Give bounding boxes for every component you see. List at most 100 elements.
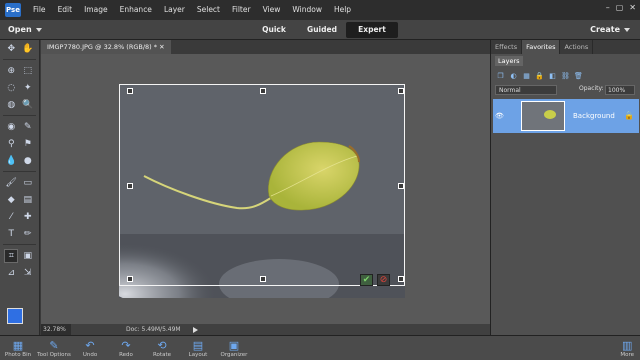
menu-view[interactable]: View (257, 0, 287, 20)
pencil-icon[interactable]: ✏ (21, 227, 35, 241)
photo-bin-button[interactable]: ▦ Photo Bin (0, 336, 36, 360)
mode-switcher: Quick Guided Expert (250, 22, 398, 38)
menu-window[interactable]: Window (286, 0, 328, 20)
tab-effects[interactable]: Effects (491, 40, 523, 54)
crop-handle[interactable] (260, 88, 266, 94)
eye-icon[interactable]: 👁 (495, 112, 505, 120)
more-button[interactable]: ▥ More (620, 339, 634, 358)
brush-icon[interactable]: 🖌 (4, 176, 18, 190)
mode-quick[interactable]: Quick (250, 22, 298, 38)
recompose-icon[interactable]: ▣ (21, 249, 35, 263)
document-tab[interactable]: IMGP7780.JPG @ 32.8% (RGB/8) * ✕ (41, 40, 171, 54)
zoom-level[interactable]: 32.78% (41, 324, 71, 335)
search-icon[interactable]: 🔍 (21, 98, 35, 112)
minimize-icon[interactable]: – (606, 3, 610, 12)
menu-help[interactable]: Help (328, 0, 357, 20)
content-move-icon[interactable]: ⇲ (21, 266, 35, 280)
menu-filter[interactable]: Filter (226, 0, 257, 20)
task-label: Layout (188, 352, 208, 358)
spot-healing-icon[interactable]: ✎ (21, 120, 35, 134)
sponge-icon[interactable]: ● (21, 154, 35, 168)
type-tool-icon[interactable]: T (4, 227, 18, 241)
mode-guided[interactable]: Guided (298, 22, 346, 38)
new-layer-icon[interactable]: ❐ (496, 71, 505, 80)
zoom-tool-icon[interactable]: ⊕ (4, 64, 18, 78)
status-bar: 32.78% Doc: 5.49M/5.49M (41, 324, 490, 335)
crop-handle[interactable] (127, 88, 133, 94)
task-label: Photo Bin (4, 352, 32, 358)
crop-tool-icon[interactable]: ⌗ (4, 248, 19, 263)
menu-select[interactable]: Select (191, 0, 226, 20)
layer-tools: ❐ ◐ ▦ 🔒 ◧ ⛓ 🗑 (491, 68, 640, 82)
redo-button[interactable]: ↷ Redo (108, 336, 144, 360)
crop-handle[interactable] (127, 183, 133, 189)
crop-handle[interactable] (398, 276, 404, 282)
canvas-area[interactable]: ✔ ⊘ (41, 54, 490, 324)
menu-layer[interactable]: Layer (158, 0, 191, 20)
crop-handle[interactable] (127, 276, 133, 282)
lasso-tool-icon[interactable]: ◌ (4, 81, 18, 95)
lock-transparent-icon[interactable]: ▦ (522, 71, 531, 80)
magic-wand-icon[interactable]: ✦ (21, 81, 35, 95)
opacity-input[interactable]: 100% (605, 85, 635, 95)
crop-handle[interactable] (398, 183, 404, 189)
blur-icon[interactable]: 💧 (4, 154, 18, 168)
tab-favorites[interactable]: Favorites (522, 40, 561, 54)
crop-handle[interactable] (398, 88, 404, 94)
pattern-stamp-icon[interactable]: ⚑ (21, 137, 35, 151)
gradient-icon[interactable]: ▤ (21, 193, 35, 207)
document-tab-title: IMGP7780.JPG @ 32.8% (RGB/8) * (47, 43, 158, 51)
task-label: Redo (119, 352, 133, 358)
menu-enhance[interactable]: Enhance (114, 0, 158, 20)
toolbox: ✥ ✋ ⊕ ⬚ ◌ ✦ ◍ 🔍 ◉ ✎ ⚲ ⚑ 💧 ● 🖌 ▭ ◆ ▤ ⁄ ✚ T ✏ ⌗ ▣ ⊿ ⇲ (0, 40, 40, 335)
undo-button[interactable]: ↶ Undo (72, 336, 108, 360)
commit-crop-button[interactable]: ✔ (360, 274, 373, 286)
organizer-button[interactable]: ▣ Organizer (216, 336, 252, 360)
menu-image[interactable]: Image (78, 0, 114, 20)
marquee-tool-icon[interactable]: ⬚ (21, 64, 35, 78)
cancel-crop-button[interactable]: ⊘ (377, 274, 390, 286)
open-label: Open (8, 25, 32, 34)
open-button[interactable]: Open (8, 20, 42, 40)
tool-options-icon: ✎ (49, 339, 59, 352)
crop-handle[interactable] (260, 276, 266, 282)
clone-stamp-icon[interactable]: ⚲ (4, 137, 18, 151)
create-button[interactable]: Create (590, 20, 630, 40)
trash-icon[interactable]: 🗑 (574, 71, 583, 80)
panel-tabs: Effects Favorites Actions (491, 40, 640, 54)
close-icon[interactable]: ✕ (629, 3, 636, 12)
tab-actions[interactable]: Actions (560, 40, 594, 54)
menu-file[interactable]: File (27, 0, 52, 20)
blend-mode-select[interactable]: Normal (495, 85, 557, 95)
rotate-button[interactable]: ⟲ Rotate (144, 336, 180, 360)
straighten-icon[interactable]: ⊿ (4, 266, 18, 280)
paint-bucket-icon[interactable]: ◆ (4, 193, 18, 207)
close-icon[interactable]: ✕ (159, 43, 164, 51)
custom-shape-icon[interactable]: ✚ (21, 210, 35, 224)
menu-edit[interactable]: Edit (52, 0, 79, 20)
organizer-icon: ▣ (228, 339, 240, 352)
menu-bar: Pse File Edit Image Enhance Layer Select… (0, 0, 640, 20)
tool-options-button[interactable]: ✎ Tool Options (36, 336, 72, 360)
adjustment-layer-icon[interactable]: ◐ (509, 71, 518, 80)
right-panel: Effects Favorites Actions Layers ❐ ◐ ▦ 🔒… (490, 40, 640, 335)
color-picker-icon[interactable]: ⁄ (4, 210, 18, 224)
quick-selection-icon[interactable]: ◍ (4, 98, 18, 112)
crop-box[interactable]: ✔ ⊘ (119, 84, 405, 286)
layout-button[interactable]: ▤ Layout (180, 336, 216, 360)
lock-icon: 🔒 (624, 111, 634, 120)
move-tool-icon[interactable]: ✥ (4, 42, 18, 56)
layer-row-background[interactable]: 👁 Background 🔒 (493, 99, 639, 133)
lock-icon[interactable]: 🔒 (535, 71, 544, 80)
mask-icon[interactable]: ◧ (548, 71, 557, 80)
red-eye-icon[interactable]: ◉ (4, 120, 18, 134)
foreground-color-swatch[interactable] (7, 308, 23, 324)
hand-tool-icon[interactable]: ✋ (21, 42, 35, 56)
play-icon[interactable] (192, 326, 198, 333)
eraser-icon[interactable]: ▭ (21, 176, 35, 190)
link-icon[interactable]: ⛓ (561, 71, 570, 80)
mode-expert[interactable]: Expert (346, 22, 398, 38)
tab-layers[interactable]: Layers (495, 56, 523, 66)
task-label: More (620, 352, 634, 358)
restore-icon[interactable]: ▢ (616, 3, 624, 12)
